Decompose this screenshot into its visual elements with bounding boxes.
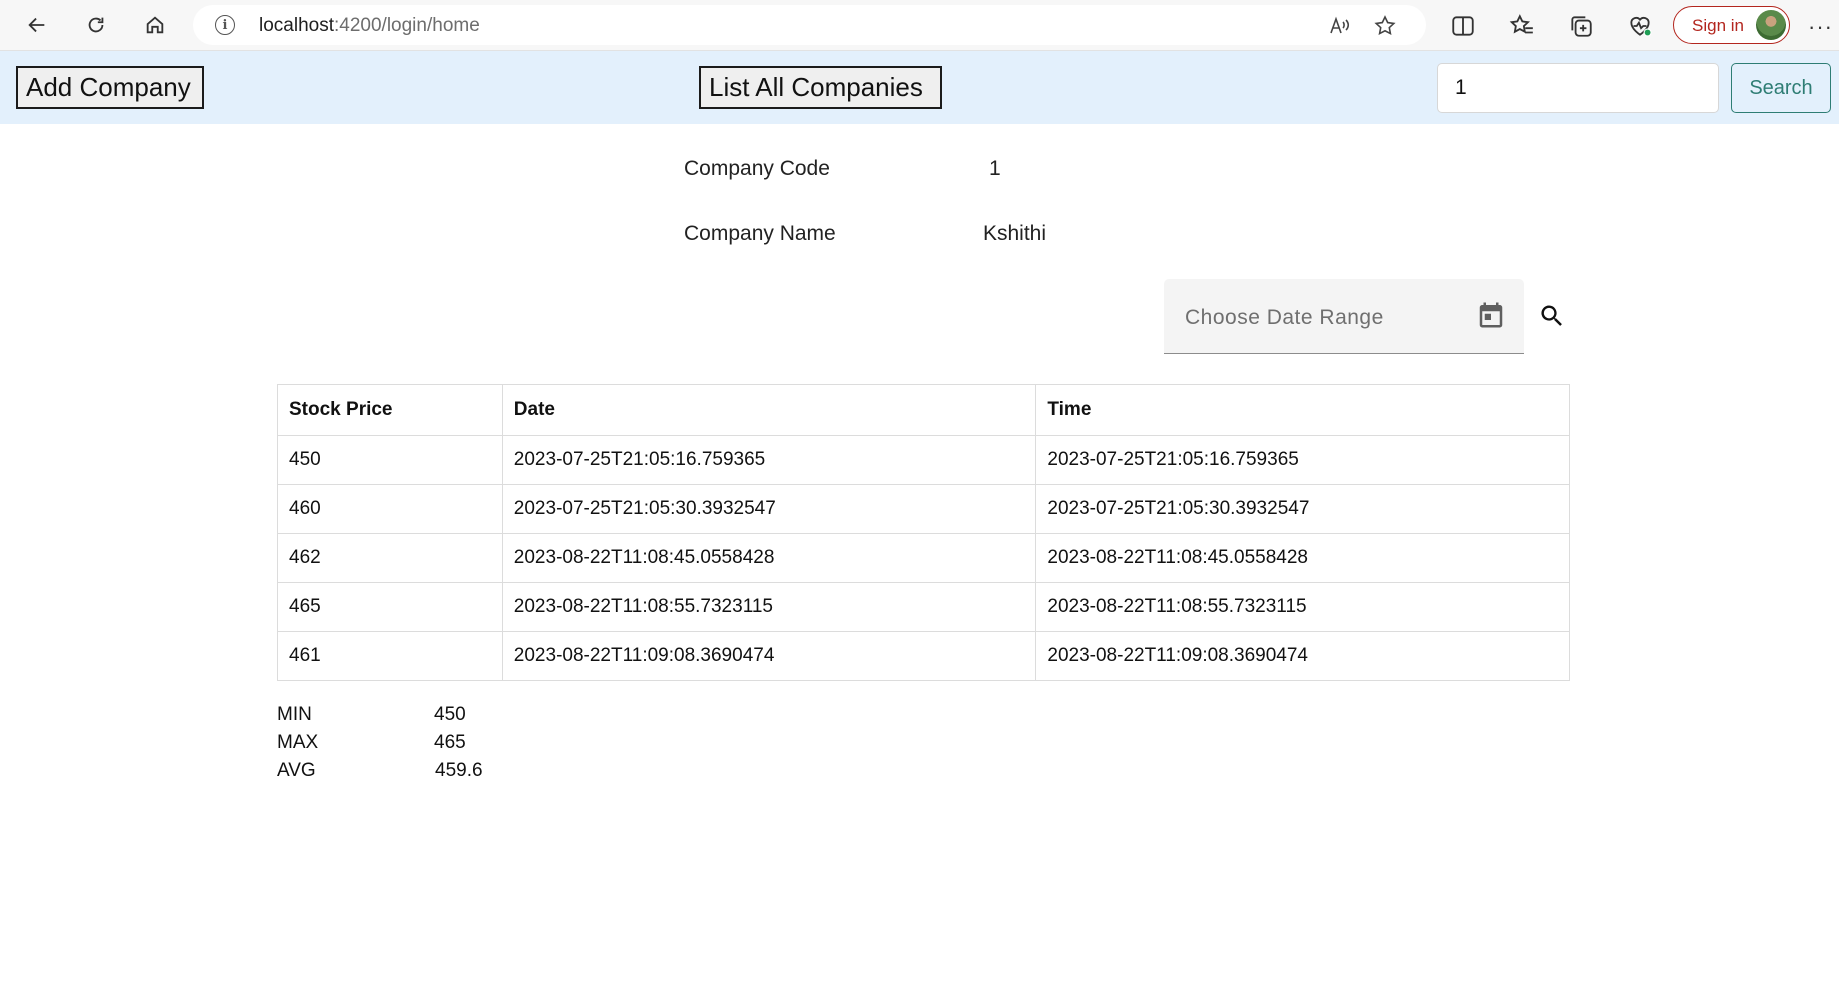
date-range-placeholder: Choose Date Range xyxy=(1185,306,1384,329)
favorites-icon[interactable] xyxy=(1509,13,1535,39)
avatar xyxy=(1756,10,1786,40)
refresh-icon xyxy=(88,17,104,33)
read-aloud-icon[interactable] xyxy=(1328,14,1352,38)
more-icon[interactable]: ··· xyxy=(1808,14,1833,40)
table-header-row: Stock Price Date Time xyxy=(277,384,1570,436)
avg-label: AVG xyxy=(277,760,316,781)
home-button[interactable] xyxy=(137,8,173,42)
table-row: 460 2023-07-25T21:05:30.3932547 2023-07-… xyxy=(277,484,1570,534)
company-search-input[interactable] xyxy=(1437,63,1719,113)
company-code-label: Company Code xyxy=(684,157,830,180)
cell-date: 2023-08-22T11:09:08.3690474 xyxy=(501,631,1037,681)
cell-time: 2023-08-22T11:08:55.7323115 xyxy=(1035,582,1570,632)
table-row: 450 2023-07-25T21:05:16.759365 2023-07-2… xyxy=(277,435,1570,485)
date-range-field[interactable]: Choose Date Range xyxy=(1164,279,1524,354)
cell-time: 2023-08-22T11:08:45.0558428 xyxy=(1035,533,1570,583)
url-path: :4200/login/home xyxy=(334,15,480,36)
table-row: 461 2023-08-22T11:09:08.3690474 2023-08-… xyxy=(277,631,1570,681)
cell-date: 2023-07-25T21:05:30.3932547 xyxy=(501,484,1037,534)
company-name-value: Kshithi xyxy=(983,222,1047,245)
url-host: localhost xyxy=(259,15,334,36)
list-all-companies-button[interactable]: List All Companies xyxy=(699,66,942,109)
cell-time: 2023-07-25T21:05:16.759365 xyxy=(1035,435,1570,485)
home-icon xyxy=(146,16,164,34)
collections-icon[interactable] xyxy=(1568,13,1594,39)
table-row: 462 2023-08-22T11:08:45.0558428 2023-08-… xyxy=(277,533,1570,583)
favorite-star-icon[interactable] xyxy=(1373,14,1397,38)
company-name-label: Company Name xyxy=(684,222,836,245)
cell-stock-price: 461 xyxy=(277,631,503,681)
min-label: MIN xyxy=(277,704,312,725)
min-value: 450 xyxy=(434,704,466,725)
avg-value: 459.6 xyxy=(435,760,483,781)
search-icon[interactable] xyxy=(1538,302,1566,330)
cell-time: 2023-08-22T11:09:08.3690474 xyxy=(1035,631,1570,681)
app-toolbar: Add Company List All Companies Search xyxy=(0,51,1839,124)
table-row: 465 2023-08-22T11:08:55.7323115 2023-08-… xyxy=(277,582,1570,632)
browser-toolbar: i localhost:4200/login/home Sign in ··· xyxy=(0,0,1839,51)
sign-in-button[interactable]: Sign in xyxy=(1673,6,1790,44)
cell-time: 2023-07-25T21:05:30.3932547 xyxy=(1035,484,1570,534)
max-label: MAX xyxy=(277,732,319,753)
stock-price-table: Stock Price Date Time 450 2023-07-25T21:… xyxy=(277,384,1570,681)
cell-date: 2023-08-22T11:08:45.0558428 xyxy=(501,533,1037,583)
sign-in-label: Sign in xyxy=(1692,16,1744,35)
browser-essentials-icon[interactable] xyxy=(1627,13,1653,39)
header-date: Date xyxy=(501,384,1037,436)
max-value: 465 xyxy=(434,732,466,753)
cell-date: 2023-07-25T21:05:16.759365 xyxy=(501,435,1037,485)
refresh-button[interactable] xyxy=(78,8,114,42)
cell-stock-price: 460 xyxy=(277,484,503,534)
company-code-value: 1 xyxy=(989,157,1001,180)
cell-stock-price: 465 xyxy=(277,582,503,632)
back-button[interactable] xyxy=(19,8,55,42)
cell-stock-price: 450 xyxy=(277,435,503,485)
calendar-icon[interactable] xyxy=(1476,300,1506,330)
header-stock-price: Stock Price xyxy=(277,384,503,436)
url-text[interactable]: localhost:4200/login/home xyxy=(259,15,480,37)
split-screen-icon[interactable] xyxy=(1450,13,1476,39)
info-icon[interactable]: i xyxy=(215,15,235,35)
header-time: Time xyxy=(1035,384,1570,436)
cell-date: 2023-08-22T11:08:55.7323115 xyxy=(501,582,1037,632)
add-company-button[interactable]: Add Company xyxy=(16,66,204,109)
search-button[interactable]: Search xyxy=(1731,63,1831,113)
address-bar[interactable]: i localhost:4200/login/home xyxy=(193,5,1426,45)
back-icon xyxy=(28,17,45,33)
cell-stock-price: 462 xyxy=(277,533,503,583)
